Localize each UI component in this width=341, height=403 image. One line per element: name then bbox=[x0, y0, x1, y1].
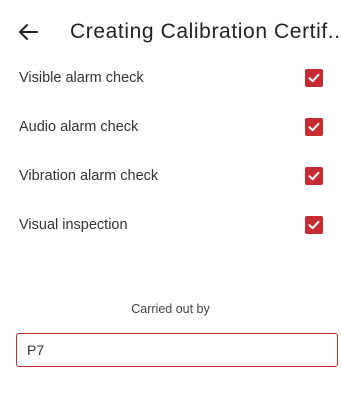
audio-alarm-check-row[interactable]: Audio alarm check bbox=[0, 112, 341, 142]
carried-out-by-input[interactable] bbox=[16, 333, 338, 367]
visual-inspection-check-row[interactable]: Visual inspection bbox=[0, 210, 341, 240]
back-button[interactable] bbox=[16, 20, 40, 44]
app-header: Creating Calibration Certif... bbox=[0, 0, 341, 64]
checkmark-icon bbox=[308, 220, 320, 230]
vibration-alarm-check-row[interactable]: Vibration alarm check bbox=[0, 161, 341, 191]
audio-alarm-check-label: Audio alarm check bbox=[19, 119, 139, 135]
audio-alarm-checkbox[interactable] bbox=[305, 118, 323, 136]
vibration-alarm-checkbox[interactable] bbox=[305, 167, 323, 185]
checkmark-icon bbox=[308, 73, 320, 83]
arrow-left-icon bbox=[19, 24, 38, 40]
visible-alarm-check-label: Visible alarm check bbox=[19, 70, 144, 86]
checkmark-icon bbox=[308, 171, 320, 181]
checkmark-icon bbox=[308, 122, 320, 132]
carried-out-by-label: Carried out by bbox=[131, 302, 210, 316]
screen: Creating Calibration Certif... Visible a… bbox=[0, 0, 341, 403]
visible-alarm-check-row[interactable]: Visible alarm check bbox=[0, 63, 341, 93]
visible-alarm-checkbox[interactable] bbox=[305, 69, 323, 87]
page-title: Creating Calibration Certif... bbox=[70, 20, 340, 43]
vibration-alarm-check-label: Vibration alarm check bbox=[19, 168, 159, 184]
visual-inspection-checkbox[interactable] bbox=[305, 216, 323, 234]
visual-inspection-check-label: Visual inspection bbox=[19, 217, 128, 233]
